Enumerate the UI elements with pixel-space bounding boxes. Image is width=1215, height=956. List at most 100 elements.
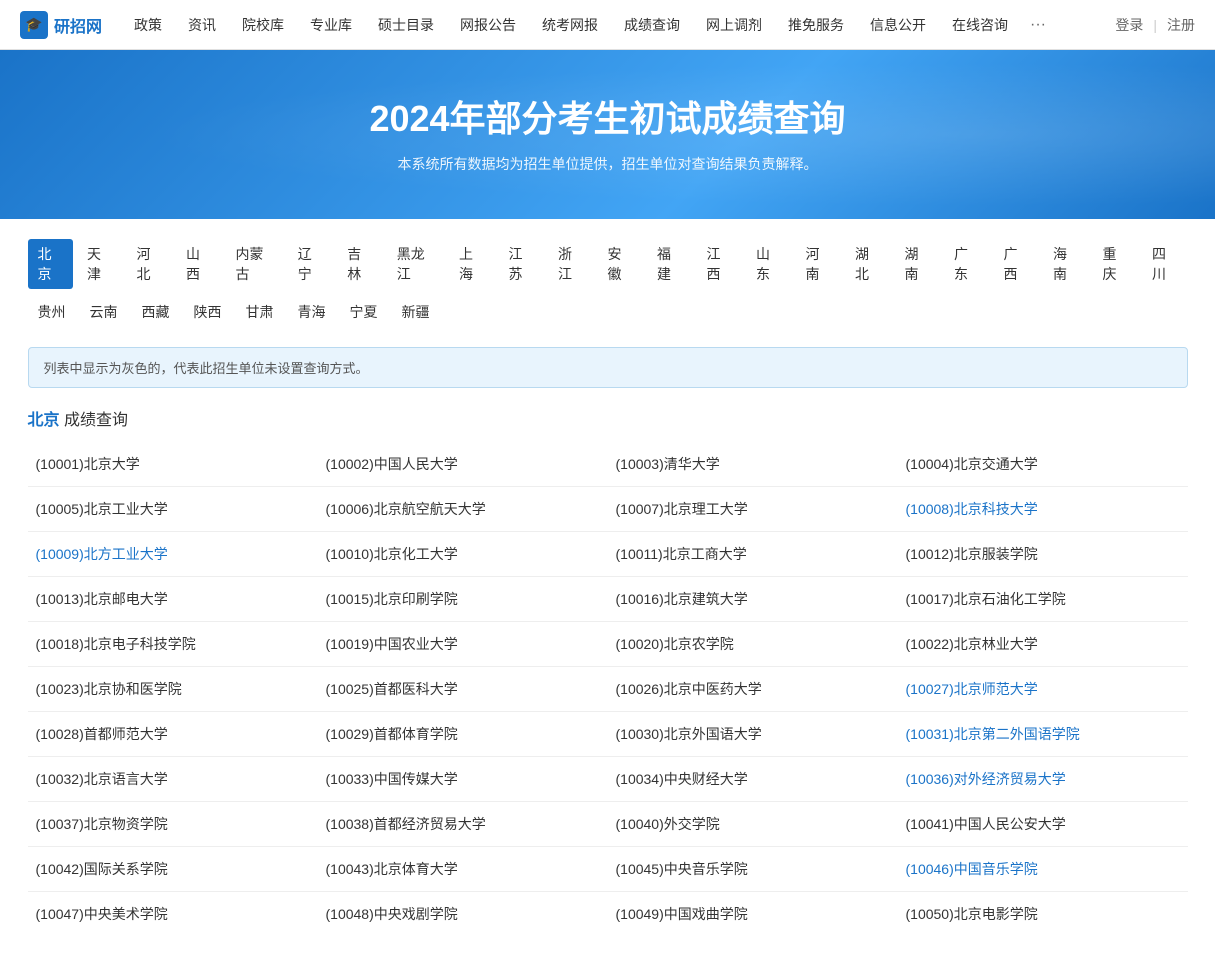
university-cell: (10003)清华大学 bbox=[608, 442, 898, 487]
province-tab[interactable]: 辽宁 bbox=[288, 239, 334, 289]
university-cell: (10033)中国传媒大学 bbox=[318, 757, 608, 802]
table-row: (10013)北京邮电大学(10015)北京印刷学院(10016)北京建筑大学(… bbox=[28, 577, 1188, 622]
nav-more[interactable]: ··· bbox=[1030, 16, 1046, 34]
province-tab[interactable]: 黑龙江 bbox=[387, 239, 445, 289]
hero-banner: 2024年部分考生初试成绩查询 本系统所有数据均为招生单位提供，招生单位对查询结… bbox=[0, 50, 1215, 219]
province-tab[interactable]: 山西 bbox=[176, 239, 222, 289]
university-cell: (10013)北京邮电大学 bbox=[28, 577, 318, 622]
province-tab[interactable]: 江西 bbox=[697, 239, 743, 289]
province-tab[interactable]: 安徽 bbox=[598, 239, 644, 289]
logo[interactable]: 🎓 研招网 bbox=[20, 11, 102, 39]
university-cell: (10047)中央美术学院 bbox=[28, 892, 318, 937]
nav-score[interactable]: 成绩查询 bbox=[620, 15, 684, 35]
province-tab[interactable]: 河北 bbox=[127, 239, 173, 289]
table-row: (10032)北京语言大学(10033)中国传媒大学(10034)中央财经大学(… bbox=[28, 757, 1188, 802]
university-cell: (10017)北京石油化工学院 bbox=[898, 577, 1188, 622]
province-tab[interactable]: 吉林 bbox=[337, 239, 383, 289]
province-tab[interactable]: 重庆 bbox=[1093, 239, 1139, 289]
province-tab[interactable]: 甘肃 bbox=[236, 297, 284, 327]
university-cell: (10030)北京外国语大学 bbox=[608, 712, 898, 757]
nav-info[interactable]: 资讯 bbox=[184, 15, 220, 35]
university-cell[interactable]: (10027)北京师范大学 bbox=[898, 667, 1188, 712]
table-row: (10037)北京物资学院(10038)首都经济贸易大学(10040)外交学院(… bbox=[28, 802, 1188, 847]
table-row: (10009)北方工业大学(10010)北京化工大学(10011)北京工商大学(… bbox=[28, 532, 1188, 577]
province-tab[interactable]: 上海 bbox=[449, 239, 495, 289]
hero-subtitle: 本系统所有数据均为招生单位提供，招生单位对查询结果负责解释。 bbox=[20, 154, 1195, 174]
university-cell: (10049)中国戏曲学院 bbox=[608, 892, 898, 937]
university-cell: (10042)国际关系学院 bbox=[28, 847, 318, 892]
province-tab[interactable]: 北京 bbox=[28, 239, 74, 289]
hero-title: 2024年部分考生初试成绩查询 bbox=[20, 90, 1195, 142]
province-tab[interactable]: 海南 bbox=[1043, 239, 1089, 289]
info-box: 列表中显示为灰色的，代表此招生单位未设置查询方式。 bbox=[28, 347, 1188, 388]
province-tab[interactable]: 湖南 bbox=[895, 239, 941, 289]
logo-icon: 🎓 bbox=[20, 11, 48, 39]
nav-public[interactable]: 信息公开 bbox=[866, 15, 930, 35]
register-link[interactable]: 注册 bbox=[1167, 15, 1195, 35]
province-tab[interactable]: 青海 bbox=[288, 297, 336, 327]
province-tab[interactable]: 广东 bbox=[944, 239, 990, 289]
university-cell[interactable]: (10031)北京第二外国语学院 bbox=[898, 712, 1188, 757]
main-content: 北京天津河北山西内蒙古辽宁吉林黑龙江上海江苏浙江安徽福建江西山东河南湖北湖南广东… bbox=[8, 219, 1208, 956]
university-cell: (10007)北京理工大学 bbox=[608, 487, 898, 532]
section-title: 北京 成绩查询 bbox=[28, 406, 1188, 430]
university-cell[interactable]: (10046)中国音乐学院 bbox=[898, 847, 1188, 892]
university-cell: (10023)北京协和医学院 bbox=[28, 667, 318, 712]
university-cell: (10038)首都经济贸易大学 bbox=[318, 802, 608, 847]
university-cell: (10040)外交学院 bbox=[608, 802, 898, 847]
province-tab[interactable]: 浙江 bbox=[548, 239, 594, 289]
nav-report[interactable]: 网报公告 bbox=[456, 15, 520, 35]
table-row: (10005)北京工业大学(10006)北京航空航天大学(10007)北京理工大… bbox=[28, 487, 1188, 532]
university-cell: (10011)北京工商大学 bbox=[608, 532, 898, 577]
nav-adjust[interactable]: 网上调剂 bbox=[702, 15, 766, 35]
university-cell: (10005)北京工业大学 bbox=[28, 487, 318, 532]
nav-catalog[interactable]: 硕士目录 bbox=[374, 15, 438, 35]
nav-sep: | bbox=[1153, 17, 1157, 33]
info-text: 列表中显示为灰色的，代表此招生单位未设置查询方式。 bbox=[44, 361, 369, 376]
nav-policy[interactable]: 政策 bbox=[130, 15, 166, 35]
province-tab[interactable]: 山东 bbox=[746, 239, 792, 289]
province-tab[interactable]: 天津 bbox=[77, 239, 123, 289]
login-link[interactable]: 登录 bbox=[1115, 15, 1143, 35]
province-tab[interactable]: 云南 bbox=[80, 297, 128, 327]
university-cell: (10028)首都师范大学 bbox=[28, 712, 318, 757]
province-tab[interactable]: 内蒙古 bbox=[226, 239, 284, 289]
university-cell[interactable]: (10009)北方工业大学 bbox=[28, 532, 318, 577]
university-cell: (10018)北京电子科技学院 bbox=[28, 622, 318, 667]
province-tab[interactable]: 江苏 bbox=[499, 239, 545, 289]
university-cell: (10015)北京印刷学院 bbox=[318, 577, 608, 622]
nav-consult[interactable]: 在线咨询 bbox=[948, 15, 1012, 35]
university-cell[interactable]: (10008)北京科技大学 bbox=[898, 487, 1188, 532]
university-cell: (10037)北京物资学院 bbox=[28, 802, 318, 847]
province-tab[interactable]: 新疆 bbox=[392, 297, 440, 327]
table-row: (10018)北京电子科技学院(10019)中国农业大学(10020)北京农学院… bbox=[28, 622, 1188, 667]
nav-exempt[interactable]: 推免服务 bbox=[784, 15, 848, 35]
university-cell: (10006)北京航空航天大学 bbox=[318, 487, 608, 532]
university-cell: (10010)北京化工大学 bbox=[318, 532, 608, 577]
nav-unified[interactable]: 统考网报 bbox=[538, 15, 602, 35]
university-cell[interactable]: (10036)对外经济贸易大学 bbox=[898, 757, 1188, 802]
nav-school[interactable]: 院校库 bbox=[238, 15, 288, 35]
university-cell: (10001)北京大学 bbox=[28, 442, 318, 487]
province-tab[interactable]: 湖北 bbox=[845, 239, 891, 289]
province-tab[interactable]: 西藏 bbox=[132, 297, 180, 327]
university-cell: (10002)中国人民大学 bbox=[318, 442, 608, 487]
province-tab[interactable]: 陕西 bbox=[184, 297, 232, 327]
university-cell: (10034)中央财经大学 bbox=[608, 757, 898, 802]
nav-major[interactable]: 专业库 bbox=[306, 15, 356, 35]
university-cell: (10012)北京服装学院 bbox=[898, 532, 1188, 577]
university-cell: (10050)北京电影学院 bbox=[898, 892, 1188, 937]
university-cell: (10043)北京体育大学 bbox=[318, 847, 608, 892]
province-tab[interactable]: 贵州 bbox=[28, 297, 76, 327]
province-tab[interactable]: 河南 bbox=[796, 239, 842, 289]
province-tab[interactable]: 广西 bbox=[994, 239, 1040, 289]
province-tab[interactable]: 宁夏 bbox=[340, 297, 388, 327]
province-tab[interactable]: 四川 bbox=[1142, 239, 1188, 289]
university-cell: (10020)北京农学院 bbox=[608, 622, 898, 667]
province-tab[interactable]: 福建 bbox=[647, 239, 693, 289]
province-tabs: 北京天津河北山西内蒙古辽宁吉林黑龙江上海江苏浙江安徽福建江西山东河南湖北湖南广东… bbox=[28, 239, 1188, 327]
table-row: (10047)中央美术学院(10048)中央戏剧学院(10049)中国戏曲学院(… bbox=[28, 892, 1188, 937]
university-cell: (10029)首都体育学院 bbox=[318, 712, 608, 757]
top-navigation: 🎓 研招网 政策 资讯 院校库 专业库 硕士目录 网报公告 统考网报 成绩查询 … bbox=[0, 0, 1215, 50]
university-cell: (10019)中国农业大学 bbox=[318, 622, 608, 667]
